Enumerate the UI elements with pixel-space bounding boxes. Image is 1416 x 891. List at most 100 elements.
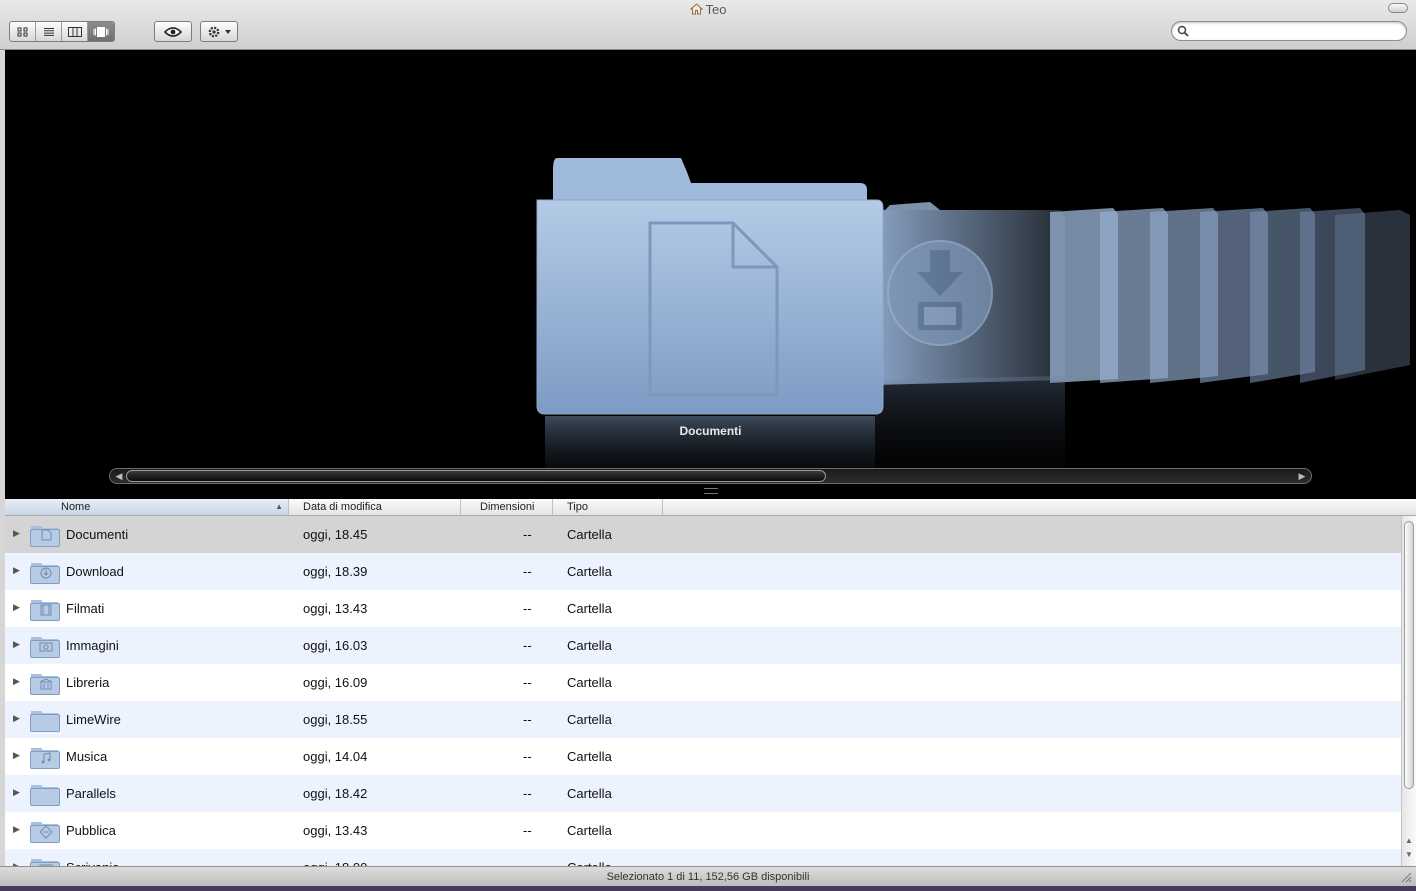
list-view-icon bbox=[43, 27, 54, 36]
resize-grip-icon[interactable] bbox=[1401, 872, 1412, 883]
action-menu-button[interactable] bbox=[200, 21, 238, 42]
row-size: -- bbox=[523, 564, 532, 579]
documents-folder-icon bbox=[29, 522, 61, 551]
row-type: Cartella bbox=[567, 712, 612, 727]
table-row[interactable]: ▶ Immagini oggi, 16.03 -- Cartella bbox=[5, 627, 1401, 664]
row-date: oggi, 18.39 bbox=[303, 564, 368, 579]
row-type: Cartella bbox=[567, 527, 612, 542]
row-name: Pubblica bbox=[66, 823, 116, 838]
row-size: -- bbox=[523, 823, 532, 838]
disclosure-triangle-icon[interactable]: ▶ bbox=[13, 565, 20, 576]
window-title: Teo bbox=[0, 2, 1416, 18]
folder-icon bbox=[29, 781, 61, 810]
table-row[interactable]: ▶ Libreria oggi, 16.09 -- Cartella bbox=[5, 664, 1401, 701]
row-type: Cartella bbox=[567, 823, 612, 838]
row-name: Immagini bbox=[66, 638, 119, 653]
movies-folder-icon bbox=[29, 596, 61, 625]
column-type[interactable]: Tipo bbox=[553, 499, 663, 515]
row-date: oggi, 13.43 bbox=[303, 823, 368, 838]
row-date: oggi, 16.03 bbox=[303, 638, 368, 653]
toolbar: Teo bbox=[0, 0, 1416, 50]
row-date: oggi, 16.09 bbox=[303, 675, 368, 690]
row-type: Cartella bbox=[567, 638, 612, 653]
row-date: oggi, 18.55 bbox=[303, 712, 368, 727]
library-folder-icon bbox=[29, 670, 61, 699]
icon-view-button[interactable] bbox=[10, 22, 36, 41]
row-name: Parallels bbox=[66, 786, 116, 801]
status-bar: Selezionato 1 di 11, 152,56 GB disponibi… bbox=[0, 866, 1416, 886]
table-row[interactable]: ▶ Pubblica oggi, 13.43 -- Cartella bbox=[5, 812, 1401, 849]
cover-flow-area[interactable]: Documenti ◀ ▶ bbox=[5, 50, 1416, 499]
row-size: -- bbox=[523, 638, 532, 653]
coverflow-scroll-thumb[interactable] bbox=[126, 470, 826, 482]
music-folder-icon bbox=[29, 744, 61, 773]
disclosure-triangle-icon[interactable]: ▶ bbox=[13, 824, 20, 835]
icon-view-icon bbox=[17, 27, 27, 36]
disclosure-triangle-icon[interactable]: ▶ bbox=[13, 750, 20, 761]
toolbar-toggle-button[interactable] bbox=[1388, 3, 1408, 13]
disclosure-triangle-icon[interactable]: ▶ bbox=[13, 676, 20, 687]
disclosure-triangle-icon[interactable]: ▶ bbox=[13, 787, 20, 798]
search-icon bbox=[1177, 25, 1189, 37]
home-icon bbox=[689, 3, 703, 18]
row-date: oggi, 14.04 bbox=[303, 749, 368, 764]
scroll-right-icon[interactable]: ▶ bbox=[1297, 471, 1307, 481]
vertical-scroll-thumb[interactable] bbox=[1404, 521, 1414, 789]
row-size: -- bbox=[523, 786, 532, 801]
column-size[interactable]: Dimensioni bbox=[461, 499, 553, 515]
column-view-icon bbox=[67, 26, 82, 37]
row-size: -- bbox=[523, 712, 532, 727]
coverflow-scrollbar[interactable]: ◀ ▶ bbox=[109, 468, 1312, 484]
row-type: Cartella bbox=[567, 564, 612, 579]
coverflow-caption: Documenti bbox=[679, 424, 742, 438]
row-name: LimeWire bbox=[66, 712, 121, 727]
folder-icon bbox=[29, 707, 61, 736]
table-row[interactable]: ▶ Documenti oggi, 18.45 -- Cartella bbox=[5, 516, 1401, 553]
table-row[interactable]: ▶ Parallels oggi, 18.42 -- Cartella bbox=[5, 775, 1401, 812]
cover-flow-view-button[interactable] bbox=[88, 22, 114, 41]
scroll-left-icon[interactable]: ◀ bbox=[114, 471, 124, 481]
table-row[interactable]: ▶ Filmati oggi, 13.43 -- Cartella bbox=[5, 590, 1401, 627]
disclosure-triangle-icon[interactable]: ▶ bbox=[13, 602, 20, 613]
table-row[interactable]: ▶Scrivaniaoggi, 18.00--Cartella bbox=[5, 849, 1401, 866]
column-view-button[interactable] bbox=[62, 22, 88, 41]
row-size: -- bbox=[523, 527, 532, 542]
scroll-up-icon[interactable]: ▲ bbox=[1405, 836, 1413, 845]
row-name: Documenti bbox=[66, 527, 129, 542]
row-date: oggi, 18.42 bbox=[303, 786, 368, 801]
row-type: Cartella bbox=[567, 749, 612, 764]
view-mode-switcher bbox=[9, 21, 115, 42]
chevron-down-icon bbox=[224, 29, 231, 34]
row-name: Libreria bbox=[66, 675, 110, 690]
table-row[interactable]: ▶ Download oggi, 18.39 -- Cartella bbox=[5, 553, 1401, 590]
vertical-scrollbar[interactable]: ▲ ▼ bbox=[1401, 516, 1416, 866]
gear-icon bbox=[208, 26, 219, 37]
downloads-glyph bbox=[887, 240, 993, 346]
disclosure-triangle-icon[interactable]: ▶ bbox=[13, 528, 20, 539]
column-name[interactable]: Nome ▲ bbox=[5, 499, 289, 515]
downloads-folder-icon bbox=[29, 559, 61, 588]
search-input[interactable] bbox=[1192, 23, 1397, 39]
column-size-label: Dimensioni bbox=[480, 501, 535, 513]
quick-look-button[interactable] bbox=[154, 21, 192, 42]
column-type-label: Tipo bbox=[567, 501, 588, 513]
coverflow-resize-handle[interactable] bbox=[704, 488, 718, 494]
cover-flow-view-icon bbox=[93, 26, 109, 37]
row-type: Cartella bbox=[567, 601, 612, 616]
column-date[interactable]: Data di modifica bbox=[289, 499, 461, 515]
desktop-strip bbox=[0, 886, 1416, 891]
scroll-down-icon[interactable]: ▼ bbox=[1405, 850, 1413, 859]
row-size: -- bbox=[523, 675, 532, 690]
list-view-button[interactable] bbox=[36, 22, 62, 41]
row-name: Filmati bbox=[66, 601, 105, 616]
disclosure-triangle-icon[interactable]: ▶ bbox=[13, 713, 20, 724]
row-size: -- bbox=[523, 601, 532, 616]
column-date-label: Data di modifica bbox=[303, 501, 382, 513]
row-type: Cartella bbox=[567, 675, 612, 690]
table-row[interactable]: ▶ LimeWire oggi, 18.55 -- Cartella bbox=[5, 701, 1401, 738]
table-row[interactable]: ▶ Musica oggi, 14.04 -- Cartella bbox=[5, 738, 1401, 775]
public-folder-icon bbox=[29, 818, 61, 847]
disclosure-triangle-icon[interactable]: ▶ bbox=[13, 639, 20, 650]
search-field[interactable] bbox=[1171, 21, 1407, 41]
file-list: ▶ Documenti oggi, 18.45 -- Cartella ▶ Download… bbox=[5, 516, 1401, 866]
